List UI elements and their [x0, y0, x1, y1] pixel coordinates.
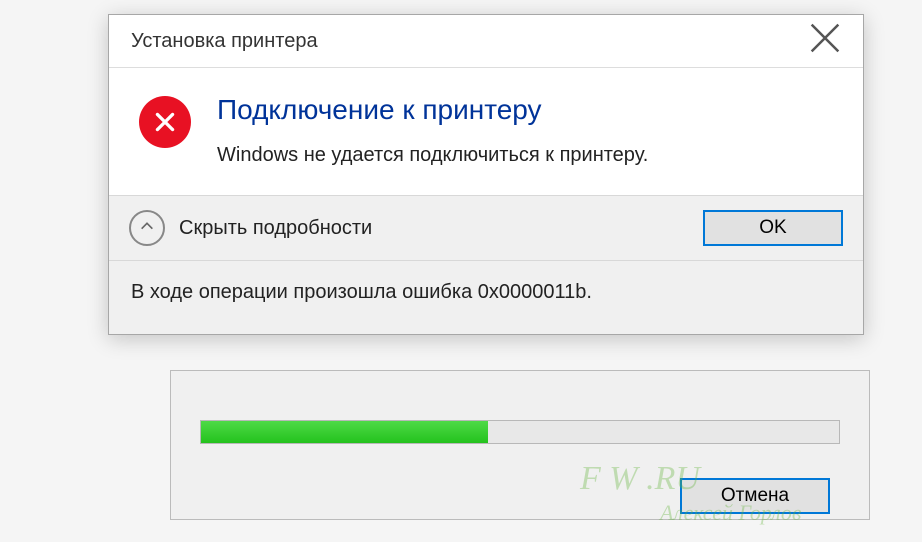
- cancel-button[interactable]: Отмена: [680, 478, 830, 514]
- details-text: В ходе операции произошла ошибка 0x00000…: [109, 261, 863, 334]
- dialog-titlebar: Установка принтера: [109, 15, 863, 67]
- details-toggle-button[interactable]: [129, 210, 165, 246]
- install-progress-bar: [200, 420, 840, 444]
- error-dialog: Установка принтера Подключение к принтер…: [108, 14, 864, 335]
- dialog-message: Windows не удается подключиться к принте…: [217, 144, 841, 167]
- dialog-heading: Подключение к принтеру: [217, 94, 841, 126]
- install-progress-fill: [201, 421, 488, 443]
- details-bar: Скрыть подробности OK: [109, 195, 863, 261]
- details-toggle-label: Скрыть подробности: [179, 217, 372, 240]
- close-icon[interactable]: [805, 18, 845, 65]
- dialog-body: Подключение к принтеру Windows не удаетс…: [109, 68, 863, 195]
- dialog-title: Установка принтера: [131, 30, 318, 53]
- error-icon: [139, 96, 191, 148]
- ok-button[interactable]: OK: [703, 210, 843, 246]
- chevron-up-icon: [139, 218, 155, 239]
